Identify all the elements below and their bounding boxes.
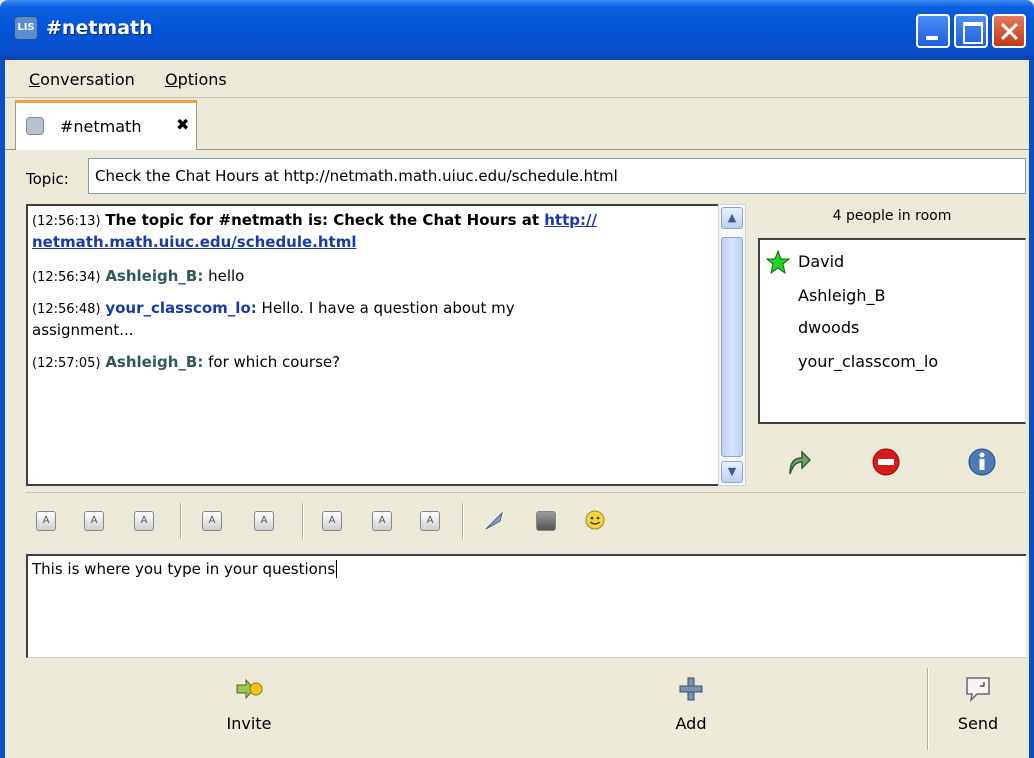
- action-bar: Invite Add Send: [5, 660, 1029, 758]
- topic-label: Topic:: [26, 170, 69, 188]
- people-list-item[interactable]: your_classcom_lo: [798, 352, 938, 371]
- scroll-thumb[interactable]: [721, 237, 743, 457]
- scroll-up-icon[interactable]: ▲: [721, 207, 743, 229]
- topic-field[interactable]: Check the Chat Hours at http://netmath.m…: [88, 158, 1026, 194]
- chat-scrollbar[interactable]: ▲ ▼: [718, 204, 746, 486]
- send-button[interactable]: Send: [953, 674, 1003, 733]
- topic-link-continued[interactable]: netmath.math.uiuc.edu/schedule.html: [32, 233, 357, 251]
- people-list-item[interactable]: Ashleigh_B: [798, 286, 885, 305]
- people-list-item[interactable]: David: [798, 252, 844, 271]
- toolbar-separator: [927, 668, 929, 750]
- background-color-icon[interactable]: A: [420, 511, 440, 531]
- chat-message: (12:56:48) your_classcom_lo: Hello. I ha…: [32, 299, 515, 317]
- bold-icon[interactable]: A: [36, 511, 56, 531]
- chat-message-link: netmath.math.uiuc.edu/schedule.html: [32, 232, 357, 253]
- add-button[interactable]: Add: [667, 674, 715, 733]
- window-frame-right: [1029, 60, 1034, 758]
- font-smaller-icon[interactable]: A: [254, 511, 274, 531]
- insert-image-icon[interactable]: [536, 511, 556, 531]
- invite-icon: [236, 678, 263, 700]
- smiley-icon[interactable]: [584, 509, 606, 531]
- chat-message: (12:56:13) The topic for #netmath is: Ch…: [32, 211, 597, 229]
- menu-bar: Conversation Options: [5, 60, 1029, 98]
- menu-conversation[interactable]: Conversation: [29, 70, 135, 89]
- tab-netmath[interactable]: #netmath ✖: [15, 100, 197, 150]
- italic-icon[interactable]: A: [84, 511, 104, 531]
- insert-link-icon[interactable]: [482, 509, 506, 533]
- chat-message-continued: assignment...: [32, 321, 134, 339]
- people-list-item[interactable]: dwoods: [798, 318, 859, 337]
- font-face-icon[interactable]: A: [322, 511, 342, 531]
- text-color-icon[interactable]: A: [372, 511, 392, 531]
- tab-label: #netmath: [60, 117, 142, 136]
- chat-icon: [26, 117, 44, 135]
- scroll-down-icon[interactable]: ▼: [721, 461, 743, 483]
- tab-strip: #netmath ✖: [5, 98, 1029, 150]
- people-count: 4 people in room: [832, 208, 952, 224]
- topic-link[interactable]: http://: [544, 211, 597, 229]
- format-toolbar: A A A A A A A A: [26, 492, 1026, 544]
- chat-message: (12:56:34) Ashleigh_B: hello: [32, 267, 245, 285]
- reply-arrow-icon[interactable]: [780, 446, 812, 478]
- close-button[interactable]: [992, 14, 1026, 48]
- underline-icon[interactable]: A: [134, 511, 154, 531]
- window-title: #netmath: [46, 17, 153, 39]
- invite-button[interactable]: Invite: [217, 674, 281, 733]
- app-icon: LIS: [14, 16, 38, 40]
- chat-message: (12:57:05) Ashleigh_B: for which course?: [32, 353, 341, 371]
- toolbar-separator: [180, 503, 182, 539]
- chat-log[interactable]: (12:56:13) The topic for #netmath is: Ch…: [26, 204, 718, 486]
- message-input[interactable]: This is where you type in your questions: [26, 554, 1026, 658]
- window-frame-left: [0, 60, 5, 758]
- add-icon: [679, 677, 703, 701]
- font-larger-icon[interactable]: A: [202, 511, 222, 531]
- tab-close-icon[interactable]: ✖: [176, 115, 189, 134]
- minimize-button[interactable]: [916, 14, 950, 48]
- send-icon: [966, 677, 990, 703]
- maximize-button[interactable]: [954, 14, 988, 48]
- title-bar: LIS #netmath: [0, 0, 1034, 60]
- toolbar-separator: [462, 503, 464, 539]
- info-icon[interactable]: [966, 446, 998, 478]
- people-list[interactable]: David Ashleigh_B dwoods your_classcom_lo: [758, 238, 1026, 424]
- toolbar-separator: [302, 503, 304, 539]
- block-icon[interactable]: [870, 446, 902, 478]
- menu-options[interactable]: Options: [165, 70, 227, 89]
- op-star-icon: [766, 250, 790, 274]
